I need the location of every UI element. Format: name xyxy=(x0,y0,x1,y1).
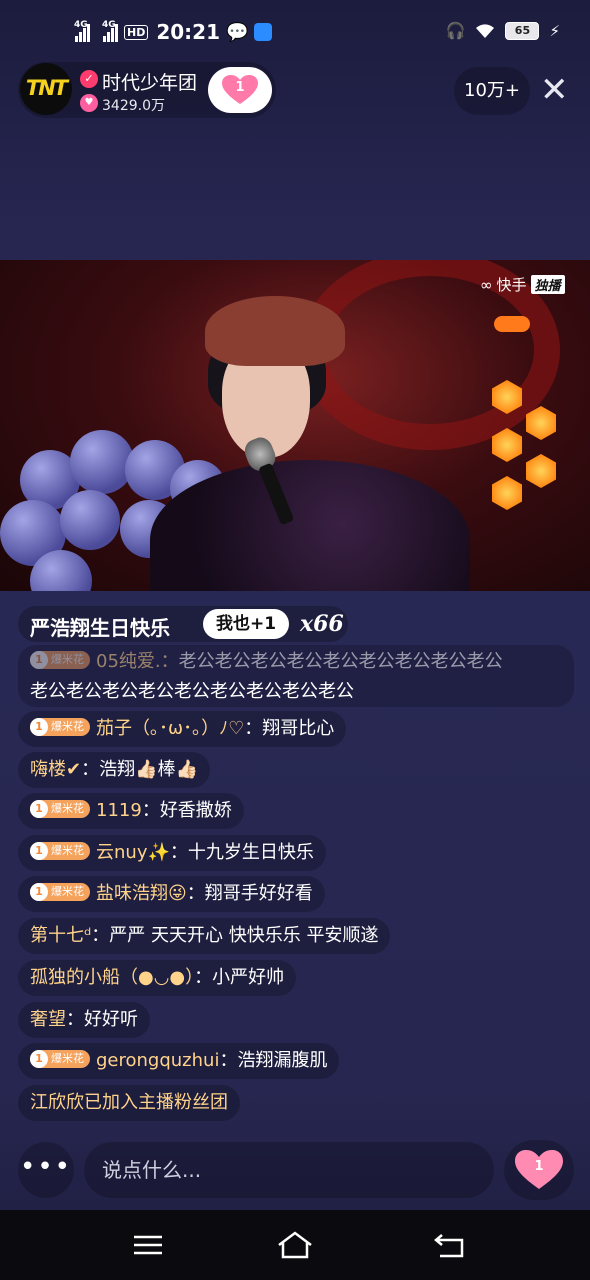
signal-icon: 4G xyxy=(74,20,90,42)
comment-user[interactable]: 茄子（｡･ω･｡）ﾉ♡ xyxy=(96,718,244,739)
app-notification-icon xyxy=(254,23,273,41)
verified-icon: ✓ xyxy=(80,70,98,88)
comment-item: 第十七ᵈ：严严 天天开心 快快乐乐 平安顺遂 xyxy=(18,918,391,954)
heart-icon: ♥ xyxy=(80,94,98,112)
kuaishou-watermark: ∞ 快手 独播 xyxy=(480,274,565,295)
host-name: 时代少年团 xyxy=(102,72,198,94)
banner-text: 严浩翔生日快乐 xyxy=(30,616,170,640)
birthday-banner: 严浩翔生日快乐 我也+1 x66 xyxy=(18,606,348,642)
kuaishou-logo-icon: ∞ xyxy=(480,275,493,294)
fan-badge: 1 爆米花 xyxy=(30,718,90,736)
more-button[interactable]: ••• xyxy=(18,1142,74,1198)
close-icon[interactable]: ✕ xyxy=(540,73,569,107)
comment-text: 翔哥比心 xyxy=(262,718,335,739)
comment-text: 好香撒娇 xyxy=(159,800,232,821)
comment-user[interactable]: 嗨楼✔ xyxy=(30,759,81,780)
home-icon[interactable] xyxy=(275,1228,315,1262)
battery-icon: 65 xyxy=(505,21,540,40)
menu-icon[interactable] xyxy=(128,1228,168,1262)
comment-text: 浩翔漏腹肌 xyxy=(237,1050,328,1071)
status-bar: 4G 4G HD 20:21 💬 🎧 65 ⚡ xyxy=(0,0,590,64)
live-video[interactable]: ∞ 快手 独播 xyxy=(0,260,590,591)
comment-item: 1 爆米花 茄子（｡･ω･｡）ﾉ♡：翔哥比心 xyxy=(18,711,347,747)
comment-user[interactable]: 江欣欣已加入主播粉丝团 xyxy=(30,1092,228,1113)
comment-text: 好好听 xyxy=(84,1009,138,1030)
comment-item: 孤独的小船（●◡●）：小严好帅 xyxy=(18,960,297,996)
comment-text: 翔哥手好好看 xyxy=(204,883,313,904)
comment-text: 浩翔👍🏻棒👍🏻 xyxy=(99,759,198,780)
fan-badge: 1 爆米花 xyxy=(30,842,90,860)
comment-item: 1 爆米花 gerongquzhui：浩翔漏腹肌 xyxy=(18,1043,340,1079)
hd-voice-icon: HD xyxy=(124,24,149,40)
plus-one-button[interactable]: 我也+1 xyxy=(203,609,289,639)
performer-hat xyxy=(205,296,345,366)
host-avatar[interactable]: TNT xyxy=(20,63,72,115)
wechat-icon: 💬 xyxy=(226,21,249,43)
headphones-icon: 🎧 xyxy=(445,21,466,40)
comment-user[interactable]: 云nuy✨ xyxy=(96,842,170,863)
fan-badge: 1 爆米花 xyxy=(30,883,90,901)
comment-user[interactable]: 第十七ᵈ xyxy=(30,925,91,946)
comment-item: 1 爆米花 05纯爱.：老公老公老公老公老公老公老公老公老公 老公老公老公老公老公老… xyxy=(18,645,574,707)
comment-item: 江欣欣已加入主播粉丝团 xyxy=(18,1085,240,1121)
viewer-count[interactable]: 10万+ xyxy=(454,67,530,115)
comment-text: 严严 天天开心 快快乐乐 平安顺遂 xyxy=(109,925,379,946)
comment-text: 十九岁生日快乐 xyxy=(187,842,314,863)
system-nav-bar xyxy=(0,1210,590,1280)
comment-item: 1 爆米花 1119：好香撒娇 xyxy=(18,793,244,829)
banner-count: x66 xyxy=(300,611,344,637)
fan-badge: 1 爆米花 xyxy=(30,800,90,818)
host-likes: 3429.0万 xyxy=(102,98,165,114)
signal-icon-2: 4G xyxy=(102,20,118,42)
fan-badge: 1 爆米花 xyxy=(30,1050,90,1068)
comment-item: 奢望：好好听 xyxy=(18,1002,150,1038)
comment-user[interactable]: 盐味浩翔😜 xyxy=(96,883,187,904)
comment-user[interactable]: 奢望 xyxy=(30,1009,66,1030)
charging-icon: ⚡ xyxy=(549,21,560,40)
comment-item: 嗨楼✔：浩翔👍🏻棒👍🏻 xyxy=(18,752,210,788)
stage-light xyxy=(494,316,530,332)
comment-item: 1 爆米花 云nuy✨：十九岁生日快乐 xyxy=(18,835,326,871)
comment-text: 小严好帅 xyxy=(212,967,285,988)
comment-user[interactable]: gerongquzhui xyxy=(96,1050,219,1071)
fan-badge: 1 爆米花 xyxy=(30,651,90,669)
host-card[interactable]: TNT ✓ 时代少年团 ♥ 3429.0万 1 xyxy=(18,62,276,118)
wifi-icon xyxy=(476,23,495,38)
comment-user[interactable]: 孤独的小船（●◡●） xyxy=(30,967,194,988)
comment-input[interactable]: 说点什么... xyxy=(84,1142,494,1198)
clock: 20:21 xyxy=(156,20,221,44)
follow-heart-button[interactable]: 1 xyxy=(208,67,272,113)
comment-item: 1 爆米花 盐味浩翔😜：翔哥手好好看 xyxy=(18,876,325,912)
comment-user[interactable]: 1119 xyxy=(96,800,142,821)
back-icon[interactable] xyxy=(430,1228,470,1262)
like-button[interactable]: 1 xyxy=(504,1140,574,1200)
